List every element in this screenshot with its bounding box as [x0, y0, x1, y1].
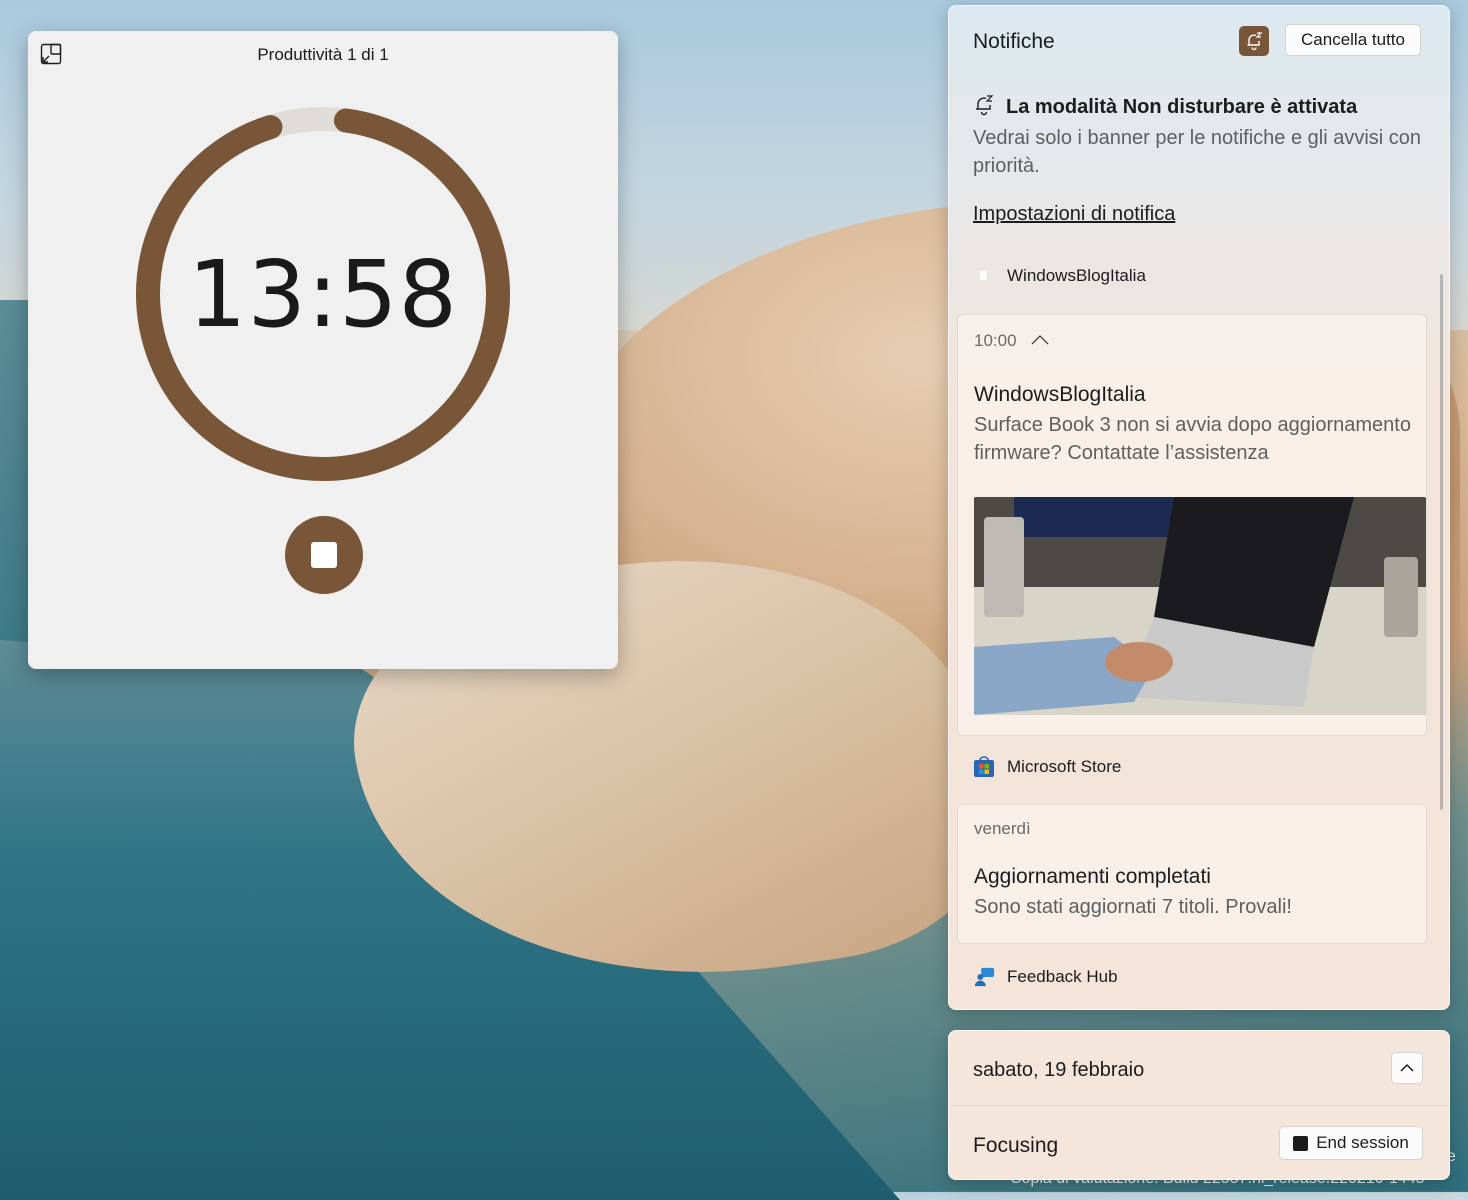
notification-time: 10:00 [974, 331, 1017, 350]
focus-status-label: Focusing [973, 1134, 1059, 1157]
timer-time: 13:58 [187, 240, 459, 348]
stop-timer-button[interactable] [285, 516, 363, 594]
feedback-hub-icon [973, 966, 995, 988]
collapse-notification-button[interactable] [1031, 331, 1049, 351]
dnd-status-title: La modalità Non disturbare è attivata [1006, 96, 1358, 118]
chevron-up-icon [1031, 335, 1049, 345]
notification-time-row: venerdì [974, 819, 1031, 839]
stop-icon [1293, 1135, 1309, 1151]
notification-body: Sono stati aggiornati 7 titoli. Provali! [974, 896, 1292, 918]
laptop-photo[interactable] [974, 497, 1426, 715]
notification-time: venerdì [974, 819, 1031, 838]
collapse-calendar-button[interactable] [1391, 1052, 1423, 1084]
app-group-header-windowsblogitalia[interactable]: WindowsBlogItalia [973, 265, 1146, 287]
chevron-up-icon [1400, 1063, 1414, 1072]
notification-time-row: 10:00 [974, 331, 1049, 351]
notification-center: Notifiche Cancella tutto La modalità Non… [948, 5, 1450, 1010]
app-name-label: WindowsBlogItalia [1007, 266, 1146, 285]
app-group-header-microsoft-store[interactable]: Microsoft Store [973, 756, 1121, 778]
notification-settings-link[interactable]: Impostazioni di notifica [973, 203, 1175, 226]
app-name-label: Feedback Hub [1007, 967, 1118, 986]
clear-all-button[interactable]: Cancella tutto [1285, 24, 1421, 56]
do-not-disturb-icon [1247, 32, 1263, 51]
end-session-label: End session [1316, 1133, 1409, 1152]
bell-snooze-icon [976, 95, 994, 116]
stop-icon [311, 542, 337, 568]
app-name-label: Microsoft Store [1007, 757, 1122, 776]
notification-card-microsoft-store[interactable]: venerdì Aggiornamenti completati Sono st… [957, 804, 1427, 944]
end-session-button[interactable]: End session [1279, 1126, 1423, 1160]
app-group-header-feedback-hub[interactable]: Feedback Hub [973, 966, 1118, 988]
dnd-status-description: Vedrai solo i banner per le notifiche e … [973, 127, 1422, 177]
microsoft-store-icon [973, 756, 995, 778]
notification-title: Aggiornamenti completati [974, 865, 1211, 888]
flyout-divider [949, 1105, 1449, 1106]
notification-card-windowsblogitalia[interactable]: 10:00 WindowsBlogItalia Surface Book 3 n… [957, 314, 1427, 736]
timer-title: Produttività 1 di 1 [257, 45, 389, 64]
notification-title: WindowsBlogItalia [974, 383, 1146, 406]
do-not-disturb-button[interactable] [1239, 26, 1269, 56]
windowsblogitalia-icon [973, 265, 995, 287]
calendar-date: sabato, 19 febbraio [973, 1059, 1145, 1081]
notification-body: Surface Book 3 non si avvia dopo aggiorn… [974, 414, 1411, 464]
notification-center-title: Notifiche [973, 30, 1055, 53]
focus-timer-window: Produttività 1 di 1 13:58 [28, 31, 618, 669]
notification-scrollbar[interactable] [1440, 274, 1443, 810]
calendar-focus-flyout: sabato, 19 febbraio Focusing End session [948, 1030, 1450, 1180]
